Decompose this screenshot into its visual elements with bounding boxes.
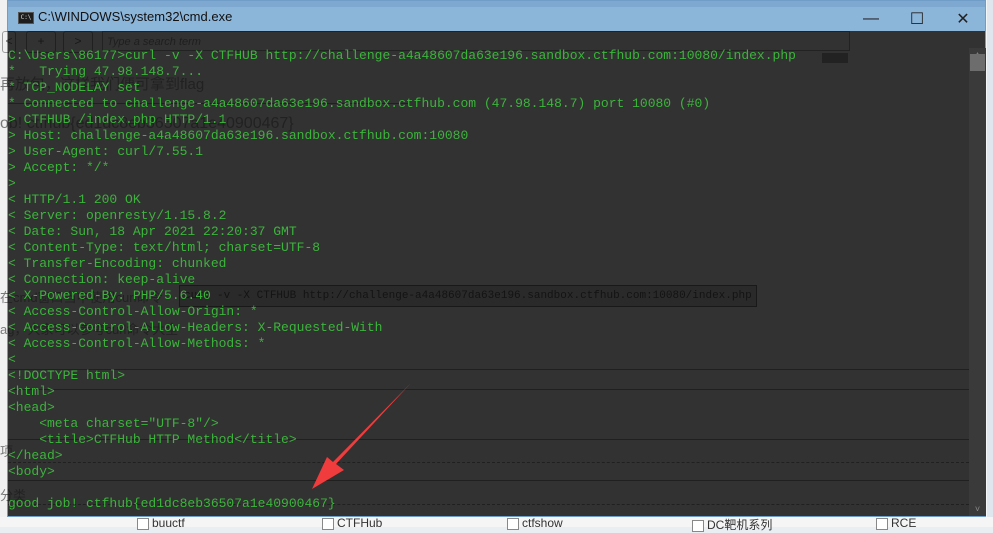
console-line: <head> <box>8 400 55 415</box>
console-line: < Content-Type: text/html; charset=UTF-8 <box>8 240 321 255</box>
console-line: > <box>8 176 16 191</box>
checkbox-ctfshow[interactable]: ctfshow <box>507 516 563 530</box>
minimize-button[interactable]: — <box>848 7 894 31</box>
maximize-icon: ☐ <box>909 11 925 28</box>
console-line: < Access-Control-Allow-Headers: X-Reques… <box>8 320 383 335</box>
console-line: <!DOCTYPE html> <box>8 368 126 383</box>
console-line: < Server: openresty/1.15.8.2 <box>8 208 227 223</box>
checkbox-label: RCE <box>891 516 917 530</box>
background-right-strip <box>987 0 993 527</box>
console-line: <title>CTFHub HTTP Method</title> <box>8 432 297 447</box>
checkbox-label: DC靶机系列 <box>707 518 773 532</box>
window-title: C:\WINDOWS\system32\cmd.exe <box>38 9 233 24</box>
scroll-thumb[interactable] <box>970 54 985 71</box>
console-line: > CTFHUB /index.php HTTP/1.1 <box>8 112 227 127</box>
checkbox-label: ctfshow <box>522 516 563 530</box>
console-line: * Trying 47.98.148.7... <box>8 64 204 79</box>
console-line: < <box>8 352 16 367</box>
minimize-icon: — <box>863 10 879 27</box>
maximize-button[interactable]: ☐ <box>894 7 940 31</box>
close-icon: ✕ <box>956 11 970 28</box>
title-bar[interactable]: C:\ C:\WINDOWS\system32\cmd.exe — ☐ ✕ <box>8 1 985 31</box>
console-output[interactable]: C:\Users\86177>curl -v -X CTFHUB http://… <box>8 48 963 512</box>
console-line: good job! ctfhub{ed1dc8eb36507a1e4090046… <box>8 496 336 511</box>
console-line: <body> <box>8 464 55 479</box>
scroll-down-icon[interactable]: ˅ <box>969 502 986 516</box>
checkbox-rce[interactable]: RCE <box>876 516 916 530</box>
console-line: > Accept: */* <box>8 160 110 175</box>
console-line: < Access-Control-Allow-Methods: * <box>8 336 266 351</box>
checkbox-label: buuctf <box>152 516 185 530</box>
console-line: < HTTP/1.1 200 OK <box>8 192 141 207</box>
vertical-scrollbar[interactable]: ˄ ˅ <box>969 48 986 516</box>
console-line: < Date: Sun, 18 Apr 2021 22:20:37 GMT <box>8 224 297 239</box>
checkbox-ctfhub[interactable]: CTFHub <box>322 516 382 530</box>
cmd-icon: C:\ <box>18 12 34 24</box>
console-line: * Connected to challenge-a4a48607da63e19… <box>8 96 711 111</box>
console-line: > User-Agent: curl/7.55.1 <box>8 144 204 159</box>
console-line: C:\Users\86177>curl -v -X CTFHUB http://… <box>8 48 796 63</box>
console-line: > Host: challenge-a4a48607da63e196.sandb… <box>8 128 469 143</box>
cmd-window[interactable]: C:\ C:\WINDOWS\system32\cmd.exe — ☐ ✕ < … <box>0 0 986 517</box>
checkbox-dc-series[interactable]: DC靶机系列 <box>692 516 772 533</box>
console-line: < Transfer-Encoding: chunked <box>8 256 227 271</box>
console-line: < Access-Control-Allow-Origin: * <box>8 304 258 319</box>
console-line: <html> <box>8 384 55 399</box>
console-line: < X-Powered-By: PHP/5.6.40 <box>8 288 211 303</box>
close-button[interactable]: ✕ <box>940 7 986 31</box>
console-line: </head> <box>8 448 63 463</box>
console-line: * TCP_NODELAY set <box>8 80 141 95</box>
checkbox-buuctf[interactable]: buuctf <box>137 516 185 530</box>
console-line: <meta charset="UTF-8"/> <box>8 416 219 431</box>
checkbox-label: CTFHub <box>337 516 383 530</box>
console-line: < Connection: keep-alive <box>8 272 196 287</box>
